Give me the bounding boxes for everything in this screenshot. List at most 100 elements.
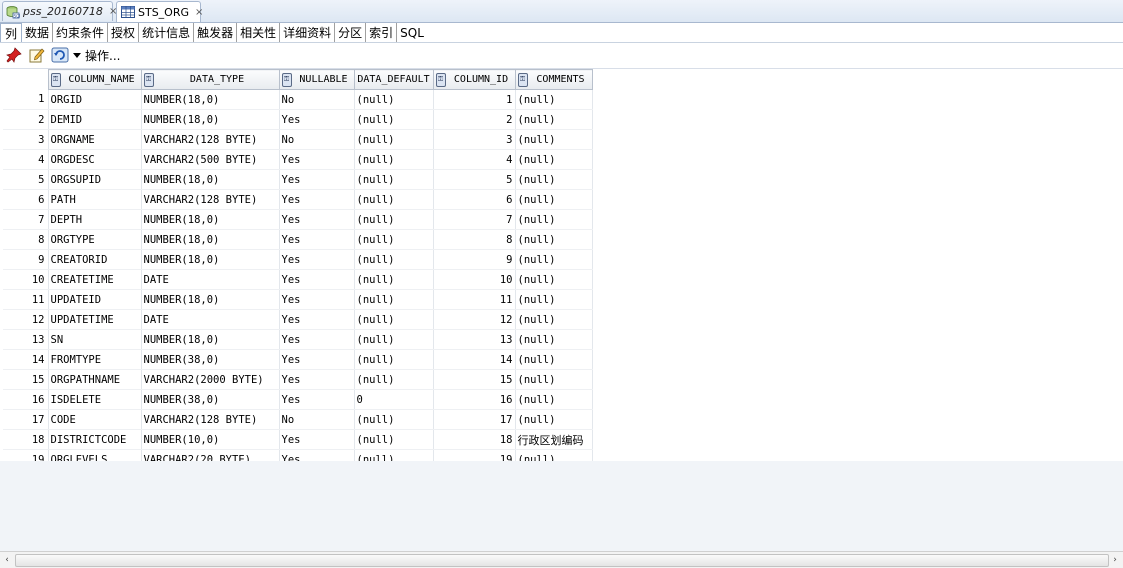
data-default-cell[interactable]: (null) [354,309,434,330]
comments-cell[interactable]: (null) [515,229,593,250]
nullable-cell[interactable]: Yes [279,109,355,130]
data-default-cell[interactable]: (null) [354,329,434,350]
column-name-cell[interactable]: DEMID [48,109,142,130]
edit-icon[interactable] [28,46,46,64]
column-header[interactable]: ⚿ DATA_TYPE [140,69,280,90]
comments-cell[interactable]: (null) [515,189,593,210]
comments-cell[interactable]: (null) [515,109,593,130]
column-id-cell[interactable]: 17 [433,409,516,430]
nullable-cell[interactable]: Yes [279,349,355,370]
column-id-cell[interactable]: 16 [433,389,516,410]
data-type-cell[interactable]: VARCHAR2(128 BYTE) [141,409,280,430]
nullable-cell[interactable]: Yes [279,429,355,450]
column-name-cell[interactable]: CREATETIME [48,269,142,290]
nullable-cell[interactable]: Yes [279,389,355,410]
column-id-cell[interactable]: 7 [433,209,516,230]
pin-icon[interactable] [5,46,23,64]
table-row[interactable]: 4 ORGDESC VARCHAR2(500 BYTE) Yes (null) 4 (nul… [3,149,593,170]
data-type-cell[interactable]: NUMBER(18,0) [141,289,280,310]
column-name-cell[interactable]: FROMTYPE [48,349,142,370]
data-default-cell[interactable]: (null) [354,249,434,270]
table-row[interactable]: 7 DEPTH NUMBER(18,0) Yes (null) 7 (null) [3,209,593,230]
subtab-triggers[interactable]: 触发器 [194,23,238,42]
nullable-cell[interactable]: No [279,409,355,430]
scroll-left-icon[interactable]: ‹ [0,552,14,567]
nullable-cell[interactable]: Yes [279,149,355,170]
column-header[interactable]: ⚿ COMMENTS [514,69,593,90]
column-id-cell[interactable]: 14 [433,349,516,370]
data-default-cell[interactable]: (null) [354,209,434,230]
subtab-constraints[interactable]: 约束条件 [53,23,109,42]
comments-cell[interactable]: (null) [515,289,593,310]
data-type-cell[interactable]: DATE [141,269,280,290]
tab-sts-org[interactable]: STS_ORG × [116,1,203,22]
comments-cell[interactable]: 行政区划编码 [515,429,593,450]
subtab-details[interactable]: 详细资料 [280,23,336,42]
nullable-cell[interactable]: Yes [279,249,355,270]
column-name-cell[interactable]: DEPTH [48,209,142,230]
nullable-cell[interactable]: Yes [279,209,355,230]
nullable-cell[interactable]: No [279,89,355,110]
subtab-columns[interactable]: 列 [0,23,23,42]
column-id-cell[interactable]: 2 [433,109,516,130]
comments-cell[interactable]: (null) [515,89,593,110]
data-type-cell[interactable]: NUMBER(18,0) [141,329,280,350]
column-name-cell[interactable]: UPDATETIME [48,309,142,330]
nullable-cell[interactable]: Yes [279,229,355,250]
subtab-data[interactable]: 数据 [22,23,54,42]
column-name-cell[interactable]: ORGTYPE [48,229,142,250]
column-id-cell[interactable]: 3 [433,129,516,150]
refresh-icon[interactable] [51,46,69,64]
column-name-cell[interactable]: CODE [48,409,142,430]
column-name-cell[interactable]: ORGID [48,89,142,110]
table-row[interactable]: 13 SN NUMBER(18,0) Yes (null) 13 (null) [3,329,593,350]
data-default-cell[interactable]: (null) [354,369,434,390]
comments-cell[interactable]: (null) [515,409,593,430]
column-id-cell[interactable]: 12 [433,309,516,330]
data-type-cell[interactable]: VARCHAR2(128 BYTE) [141,129,280,150]
data-type-cell[interactable]: NUMBER(18,0) [141,89,280,110]
data-type-cell[interactable]: VARCHAR2(2000 BYTE) [141,369,280,390]
table-row[interactable]: 18 DISTRICTCODE NUMBER(10,0) Yes (null) 18 行政区… [3,429,593,450]
data-default-cell[interactable]: (null) [354,129,434,150]
scrollbar-thumb[interactable] [15,554,1109,567]
table-row[interactable]: 16 ISDELETE NUMBER(38,0) Yes 0 16 (null) [3,389,593,410]
column-name-cell[interactable]: PATH [48,189,142,210]
data-type-cell[interactable]: VARCHAR2(500 BYTE) [141,149,280,170]
data-default-cell[interactable]: (null) [354,409,434,430]
column-id-cell[interactable]: 8 [433,229,516,250]
table-row[interactable]: 3 ORGNAME VARCHAR2(128 BYTE) No (null) 3 (null… [3,129,593,150]
column-name-cell[interactable]: ORGPATHNAME [48,369,142,390]
column-name-cell[interactable]: ORGSUPID [48,169,142,190]
nullable-cell[interactable]: Yes [279,169,355,190]
comments-cell[interactable]: (null) [515,329,593,350]
table-row[interactable]: 10 CREATETIME DATE Yes (null) 10 (null) [3,269,593,290]
data-default-cell[interactable]: 0 [354,389,434,410]
comments-cell[interactable]: (null) [515,209,593,230]
data-default-cell[interactable]: (null) [354,269,434,290]
comments-cell[interactable]: (null) [515,249,593,270]
nullable-cell[interactable]: Yes [279,289,355,310]
column-id-cell[interactable]: 5 [433,169,516,190]
tab-pss-connection[interactable]: SQL pss_20160718 × [2,1,117,21]
horizontal-scrollbar[interactable]: ‹ › [0,551,1123,568]
column-id-cell[interactable]: 9 [433,249,516,270]
nullable-cell[interactable]: No [279,129,355,150]
column-id-cell[interactable]: 11 [433,289,516,310]
data-default-cell[interactable]: (null) [354,229,434,250]
data-type-cell[interactable]: DATE [141,309,280,330]
comments-cell[interactable]: (null) [515,309,593,330]
data-default-cell[interactable]: (null) [354,289,434,310]
close-icon[interactable]: × [195,7,203,18]
data-type-cell[interactable]: VARCHAR2(128 BYTE) [141,189,280,210]
nullable-cell[interactable]: Yes [279,189,355,210]
column-id-cell[interactable]: 6 [433,189,516,210]
data-default-cell[interactable]: (null) [354,169,434,190]
column-id-cell[interactable]: 1 [433,89,516,110]
column-id-cell[interactable]: 4 [433,149,516,170]
column-name-cell[interactable]: ORGDESC [48,149,142,170]
data-type-cell[interactable]: NUMBER(38,0) [141,389,280,410]
column-id-cell[interactable]: 15 [433,369,516,390]
column-header[interactable]: DATA_DEFAULT [353,69,434,90]
column-name-cell[interactable]: ISDELETE [48,389,142,410]
